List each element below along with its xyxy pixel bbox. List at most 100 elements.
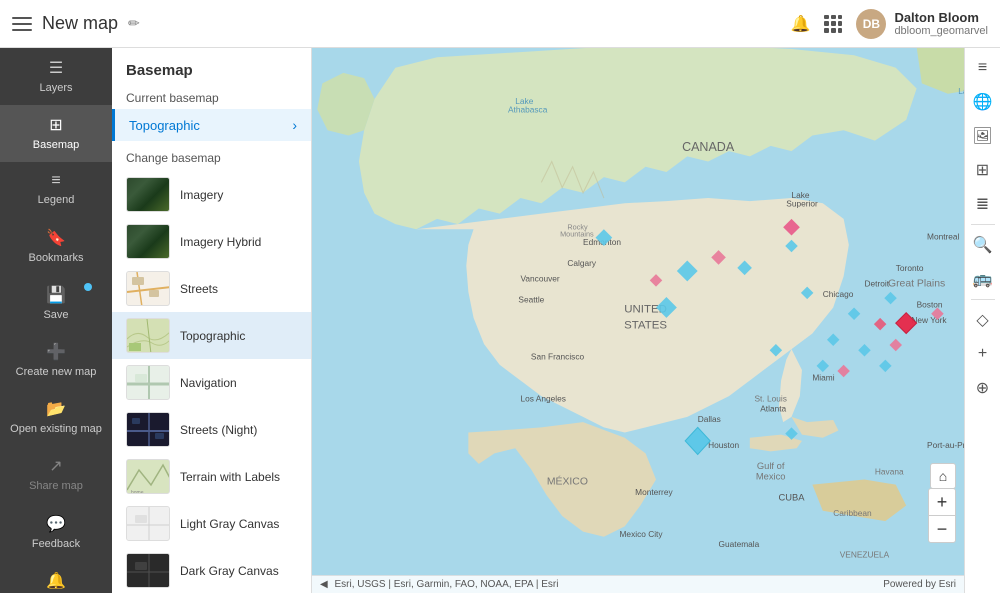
hamburger-icon[interactable] xyxy=(12,14,32,34)
legend-icon: ≡ xyxy=(51,172,60,190)
apps-grid-icon[interactable] xyxy=(824,15,842,33)
main-content: ☰ Layers ⊞ Basemap ≡ Legend 🔖 Bookmarks … xyxy=(0,48,1000,593)
sidebar-item-feedback[interactable]: 💬 Feedback xyxy=(0,504,112,561)
svg-text:Gulf of: Gulf of xyxy=(757,461,785,471)
layers-icon: ☰ xyxy=(49,58,63,78)
svg-text:CANADA: CANADA xyxy=(682,140,735,154)
directions-button[interactable]: 🚌 xyxy=(967,263,999,295)
zoom-rt-button[interactable]: + xyxy=(967,338,999,370)
sidebar-label-basemap: Basemap xyxy=(33,139,79,152)
edit-title-icon[interactable]: ✏ xyxy=(128,15,140,32)
svg-text:home: home xyxy=(131,490,144,494)
current-basemap-item[interactable]: Topographic › xyxy=(112,109,311,141)
svg-text:CUBA: CUBA xyxy=(778,492,805,502)
sidebar-label-open-existing-map: Open existing map xyxy=(10,423,102,436)
home-button[interactable]: ⌂ xyxy=(930,463,956,489)
svg-text:Vancouver: Vancouver xyxy=(520,273,559,283)
measure-button[interactable]: ◇ xyxy=(967,304,999,336)
right-toolbar: ≡ 🌐 🖼 ⊞ ≣ 🔍 🚌 ◇ + ⊕ xyxy=(964,48,1000,593)
basemap-icon: ⊞ xyxy=(49,115,62,135)
svg-text:MÉXICO: MÉXICO xyxy=(547,475,588,488)
user-menu[interactable]: DB Dalton Bloom dbloom_geomarvel xyxy=(856,9,988,39)
svg-text:Dallas: Dallas xyxy=(698,414,721,424)
zoom-in-button[interactable]: + xyxy=(929,489,955,515)
basemap-option-navigation[interactable]: Navigation xyxy=(112,359,311,406)
dark-gray-label: Dark Gray Canvas xyxy=(180,564,279,578)
sidebar-label-legend: Legend xyxy=(38,194,75,207)
user-text: Dalton Bloom dbloom_geomarvel xyxy=(894,10,988,37)
basemap-option-imagery-hybrid[interactable]: Imagery Hybrid xyxy=(112,218,311,265)
streets-label: Streets xyxy=(180,282,218,296)
svg-text:Great Plains: Great Plains xyxy=(888,279,945,290)
svg-text:Detroit: Detroit xyxy=(864,279,889,289)
svg-text:Mexico City: Mexico City xyxy=(620,529,664,539)
attribution-toggle[interactable]: ◀ xyxy=(320,579,328,590)
imagery-hybrid-label: Imagery Hybrid xyxy=(180,235,261,249)
globe-button[interactable]: 🌐 xyxy=(967,86,999,118)
svg-text:VENEZUELA: VENEZUELA xyxy=(840,550,890,560)
basemap-option-dark-gray[interactable]: Dark Gray Canvas xyxy=(112,547,311,593)
sidebar-item-whats-next[interactable]: 🔔 What's next? xyxy=(0,561,112,593)
sidebar-item-bookmarks[interactable]: 🔖 Bookmarks xyxy=(0,218,112,275)
zoom-out-button[interactable]: − xyxy=(929,516,955,542)
basemap-option-light-gray[interactable]: Light Gray Canvas xyxy=(112,500,311,547)
sidebar: ☰ Layers ⊞ Basemap ≡ Legend 🔖 Bookmarks … xyxy=(0,48,112,593)
attribution-text: Esri, USGS | Esri, Garmin, FAO, NOAA, EP… xyxy=(334,579,558,590)
svg-text:Havana: Havana xyxy=(875,466,904,476)
notifications-icon[interactable]: 🔔 xyxy=(791,14,811,34)
basemap-option-terrain-labels[interactable]: home Terrain with Labels xyxy=(112,453,311,500)
basemap-option-streets[interactable]: Streets xyxy=(112,265,311,312)
svg-text:Mexico: Mexico xyxy=(756,471,786,481)
zoom-controls: + − xyxy=(928,488,956,543)
change-section-label: Change basemap xyxy=(112,141,311,171)
svg-text:Los Angeles: Los Angeles xyxy=(520,393,565,403)
terrain-labels-thumbnail: home xyxy=(126,459,170,494)
header-right: 🔔 DB Dalton Bloom dbloom_geomarvel xyxy=(791,9,988,39)
sidebar-item-create-new-map[interactable]: ➕ Create new map xyxy=(0,332,112,389)
panel-title: Basemap xyxy=(112,48,311,85)
navigation-thumbnail xyxy=(126,365,170,400)
chevron-right-icon: › xyxy=(292,117,297,133)
svg-text:Chicago: Chicago xyxy=(823,289,854,299)
sidebar-label-layers: Layers xyxy=(39,82,72,95)
image-button[interactable]: 🖼 xyxy=(967,120,999,152)
layers-rt-button[interactable]: ≣ xyxy=(967,188,999,220)
powered-by-text: Powered by Esri xyxy=(883,579,956,590)
basemap-option-imagery[interactable]: Imagery xyxy=(112,171,311,218)
svg-text:Caribbean: Caribbean xyxy=(833,508,872,518)
svg-text:Monterrey: Monterrey xyxy=(635,487,673,497)
svg-text:Calgary: Calgary xyxy=(567,258,597,268)
list-button[interactable]: ≡ xyxy=(967,52,999,84)
basemap-panel: Basemap Current basemap Topographic › Ch… xyxy=(112,48,312,593)
search-button[interactable]: 🔍 xyxy=(967,229,999,261)
avatar: DB xyxy=(856,9,886,39)
sidebar-item-legend[interactable]: ≡ Legend xyxy=(0,162,112,217)
current-basemap-label: Topographic xyxy=(129,118,200,133)
location-button[interactable]: ⊕ xyxy=(967,372,999,404)
table-button[interactable]: ⊞ xyxy=(967,154,999,186)
sidebar-item-save[interactable]: 💾 Save xyxy=(0,275,112,332)
sidebar-item-basemap[interactable]: ⊞ Basemap xyxy=(0,105,112,162)
terrain-labels-label: Terrain with Labels xyxy=(180,470,280,484)
svg-text:Houston: Houston xyxy=(708,440,739,450)
basemap-option-streets-night[interactable]: Streets (Night) xyxy=(112,406,311,453)
sidebar-item-layers[interactable]: ☰ Layers xyxy=(0,48,112,105)
sidebar-item-open-existing-map[interactable]: 📂 Open existing map xyxy=(0,389,112,446)
header: New map ✏ 🔔 DB Dalton Bloom dbloom_geoma… xyxy=(0,0,1000,48)
imagery-hybrid-thumbnail xyxy=(126,224,170,259)
current-section-label: Current basemap xyxy=(112,85,311,109)
basemap-option-topographic[interactable]: Topographic xyxy=(112,312,311,359)
save-icon: 💾 xyxy=(46,285,66,305)
whats-next-icon: 🔔 xyxy=(46,571,66,591)
sidebar-item-share-map[interactable]: ↗ Share map xyxy=(0,446,112,503)
page-title: New map xyxy=(42,13,118,34)
sidebar-label-save: Save xyxy=(43,309,68,322)
svg-text:Seattle: Seattle xyxy=(518,294,544,304)
light-gray-thumbnail xyxy=(126,506,170,541)
svg-text:Mountains: Mountains xyxy=(560,230,594,239)
dark-gray-thumbnail xyxy=(126,553,170,588)
toolbar-divider-2 xyxy=(971,299,995,300)
imagery-thumbnail xyxy=(126,177,170,212)
map-area[interactable]: CANADA UNITED STATES MÉXICO Gulf of Mexi… xyxy=(312,48,1000,593)
header-left: New map ✏ xyxy=(12,13,791,34)
